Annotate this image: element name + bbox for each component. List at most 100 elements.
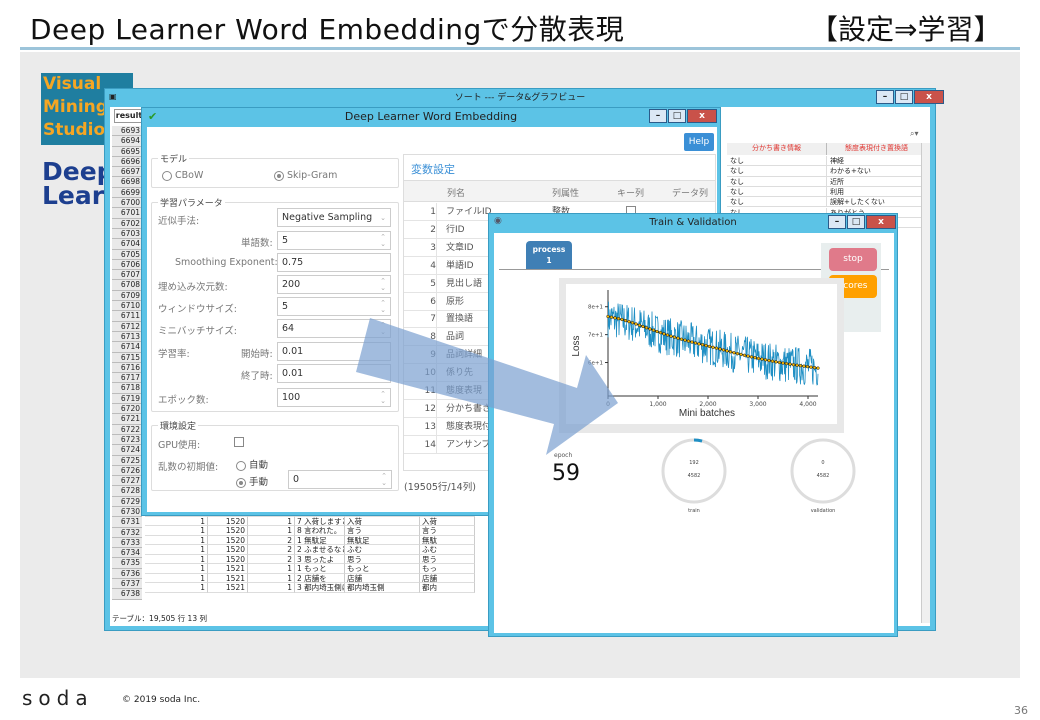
row-number[interactable]: 6721 <box>112 414 142 425</box>
row-number[interactable]: 6725 <box>112 455 142 466</box>
row-number[interactable]: 6707 <box>112 270 142 281</box>
words-stepper[interactable]: 5 ⌃ ⌄ <box>277 231 391 250</box>
table-row[interactable]: なし 近所 <box>727 176 927 187</box>
row-number[interactable]: 6728 <box>112 486 142 497</box>
radio-auto[interactable]: 自動 <box>236 457 268 471</box>
radio-manual[interactable]: 手動 <box>236 474 268 488</box>
maximize-button[interactable]: □ <box>847 215 865 229</box>
row-number[interactable]: 6701 <box>112 208 142 219</box>
row-number[interactable]: 6711 <box>112 311 142 322</box>
row-number[interactable]: 6727 <box>112 476 142 487</box>
row-number[interactable]: 6713 <box>112 331 142 343</box>
row-number[interactable]: 6699 <box>112 187 142 199</box>
minimize-button[interactable]: – <box>649 109 667 123</box>
gpu-checkbox[interactable] <box>234 437 244 447</box>
row-number[interactable]: 6717 <box>112 373 142 384</box>
row-number[interactable]: 6702 <box>112 218 142 229</box>
row-number[interactable]: 6736 <box>112 568 142 580</box>
epochs-stepper[interactable]: 100 ⌃ ⌄ <box>277 388 391 407</box>
row-number[interactable]: 6708 <box>112 280 142 291</box>
table-row[interactable]: なし 誤解+したくない <box>727 197 927 208</box>
search-icon[interactable]: ⌕▾ <box>910 129 919 139</box>
row-number[interactable]: 6695 <box>112 146 142 157</box>
spinner-icon[interactable]: ⌃ ⌄ <box>380 391 386 405</box>
column-header[interactable]: 態度表現付き置換語 <box>827 143 927 155</box>
close-button[interactable]: x <box>687 109 717 123</box>
stepper-value: 5 <box>282 235 289 246</box>
row-number[interactable]: 6730 <box>112 506 142 518</box>
table-row[interactable]: なし わかる+ない <box>727 166 927 177</box>
table-row[interactable]: 1 1520 2 3 思ったよ 思う 思う <box>145 554 475 564</box>
row-number[interactable]: 6694 <box>112 136 142 147</box>
row-number[interactable]: 6720 <box>112 404 142 415</box>
y-tick-label: 6e+1 <box>588 361 603 367</box>
table-row[interactable]: 1 1521 1 3 都内埼玉側に 都内埼玉側 都内 <box>145 583 475 593</box>
spinner-icon[interactable]: ⌃ ⌄ <box>380 234 386 248</box>
spinner-icon[interactable]: ⌃ ⌄ <box>381 473 387 487</box>
dim-stepper[interactable]: 200 ⌃ ⌄ <box>277 275 391 294</box>
spinner-icon[interactable]: ⌃ ⌄ <box>380 300 386 314</box>
tab-process-1[interactable]: process 1 <box>526 241 572 269</box>
row-number[interactable]: 6719 <box>112 393 142 405</box>
row-number[interactable]: 6733 <box>112 537 142 549</box>
row-number[interactable]: 6729 <box>112 496 142 507</box>
table-row[interactable]: 1 1520 1 8 言われた。 言う 言う <box>145 526 475 536</box>
row-number[interactable]: 6724 <box>112 445 142 456</box>
table-row[interactable]: 1 1521 1 1 もっと もっと もっ <box>145 564 475 574</box>
tab-result[interactable]: result <box>114 109 144 123</box>
row-number[interactable]: 6710 <box>112 301 142 312</box>
radio-cbow[interactable]: CBoW <box>162 170 203 181</box>
row-number[interactable]: 6734 <box>112 548 142 559</box>
radio-skip-gram[interactable]: Skip-Gram <box>274 170 337 181</box>
table-row[interactable]: 1 1520 2 1 無駄足 無駄足 無駄 <box>145 535 475 545</box>
spinner-icon[interactable]: ⌃ ⌄ <box>380 322 386 336</box>
lr-end-input[interactable]: 0.01 <box>277 364 391 383</box>
close-button[interactable]: x <box>914 90 944 104</box>
row-number[interactable]: 6698 <box>112 177 142 188</box>
table-row[interactable]: なし 利用 <box>727 186 927 198</box>
minimize-button[interactable]: – <box>828 215 846 229</box>
table-row[interactable]: なし 神経 <box>727 156 927 167</box>
maximize-button[interactable]: □ <box>668 109 686 123</box>
row-number[interactable]: 6737 <box>112 579 142 590</box>
row-number[interactable]: 6718 <box>112 383 142 394</box>
maximize-button[interactable]: □ <box>895 90 913 104</box>
row-number[interactable]: 6715 <box>112 352 142 363</box>
vertical-scrollbar[interactable] <box>921 143 930 623</box>
help-button[interactable]: Help <box>684 133 714 151</box>
row-number[interactable]: 6693 <box>112 126 142 137</box>
row-number[interactable]: 6705 <box>112 249 142 260</box>
table-row[interactable]: 1 1521 1 2 店舗を 店舗 店舗 <box>145 573 475 583</box>
row-number[interactable]: 6700 <box>112 198 142 209</box>
row-number[interactable]: 6696 <box>112 156 142 168</box>
table-row[interactable]: 1 1520 1 7 入荷しますと 入荷 入荷 <box>145 516 475 526</box>
smoothing-input[interactable]: 0.75 <box>277 253 391 272</box>
close-button[interactable]: x <box>866 215 896 229</box>
row-number[interactable]: 6714 <box>112 342 142 353</box>
row-number[interactable]: 6697 <box>112 167 142 178</box>
stop-button[interactable]: stop <box>829 248 877 271</box>
seed-stepper[interactable]: 0 ⌃ ⌄ <box>288 470 392 489</box>
row-number[interactable]: 6703 <box>112 228 142 240</box>
row-number[interactable]: 6712 <box>112 321 142 332</box>
row-number[interactable]: 6722 <box>112 424 142 435</box>
method-select[interactable]: Negative Sampling ⌄ <box>277 208 391 227</box>
row-number[interactable]: 6731 <box>112 517 142 528</box>
row-number[interactable]: 6709 <box>112 290 142 302</box>
row-number[interactable]: 6704 <box>112 239 142 250</box>
table-row[interactable]: 1 1520 2 2 ふませるなと ふむ ふむ <box>145 545 475 555</box>
spinner-icon[interactable]: ⌃ ⌄ <box>380 278 386 292</box>
row-number[interactable]: 6732 <box>112 527 142 538</box>
column-header[interactable]: 分かち書き情報 <box>727 143 827 155</box>
minimize-button[interactable]: – <box>876 90 894 104</box>
row-number[interactable]: 6716 <box>112 362 142 374</box>
row-number[interactable]: 6726 <box>112 465 142 477</box>
row-number[interactable]: 6735 <box>112 558 142 569</box>
batch-stepper[interactable]: 64 ⌃ ⌄ <box>277 319 391 338</box>
row-number[interactable]: 6723 <box>112 434 142 446</box>
lr-start-input[interactable]: 0.01 <box>277 342 391 361</box>
row-number-column: 6693 6694 6695 6696 6697 6698 6699 6700 6701 6702… <box>112 126 142 600</box>
row-number[interactable]: 6706 <box>112 259 142 271</box>
window-stepper[interactable]: 5 ⌃ ⌄ <box>277 297 391 316</box>
row-number[interactable]: 6738 <box>112 589 142 600</box>
